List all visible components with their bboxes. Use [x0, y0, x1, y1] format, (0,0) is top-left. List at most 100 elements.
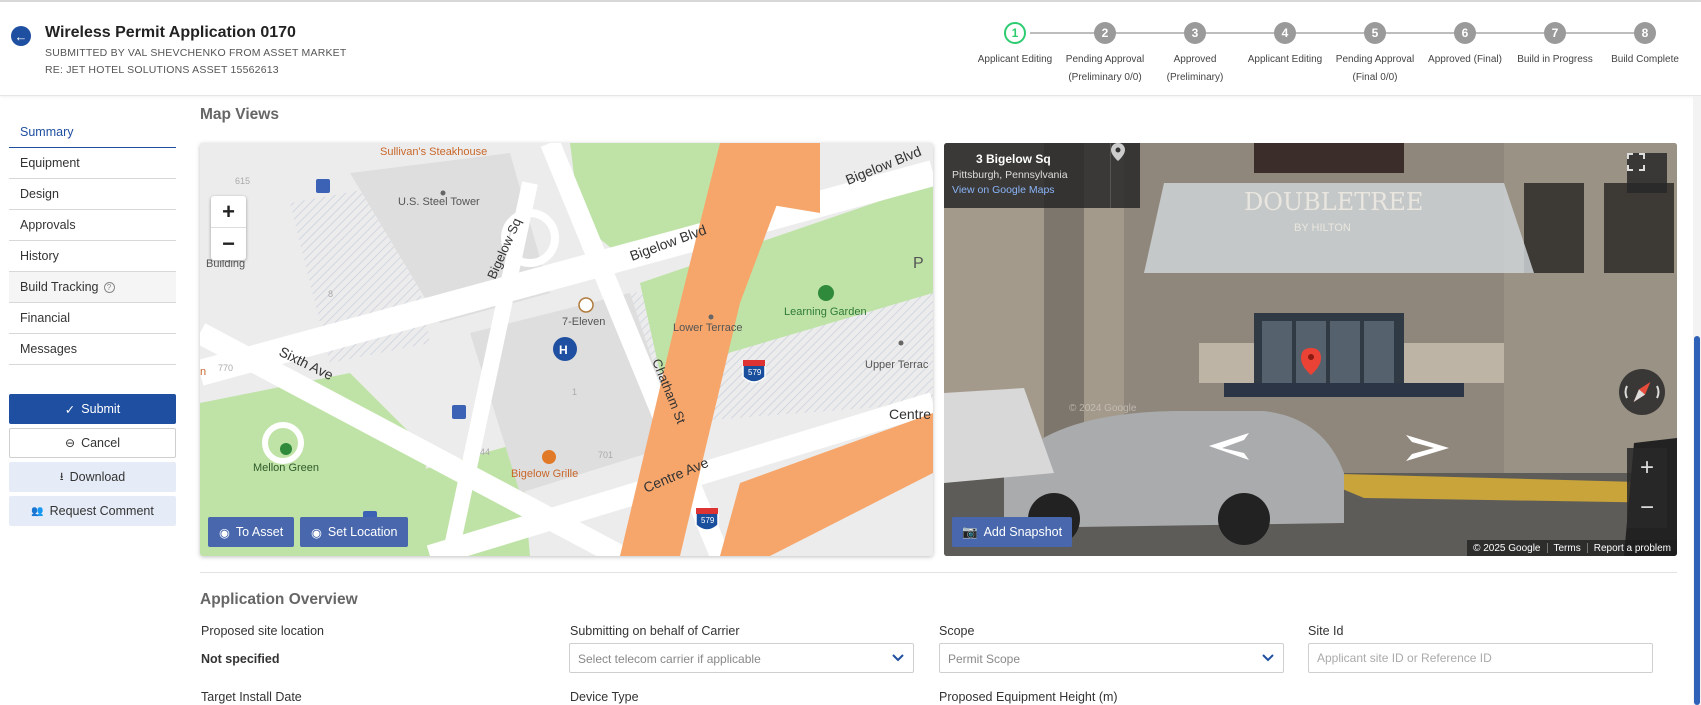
- garden-icon: [818, 285, 834, 301]
- map-pin-icon: ◉: [219, 525, 230, 540]
- application-overview-title: Application Overview: [200, 591, 358, 608]
- step-7-label-line1: Build in Progress: [1517, 54, 1593, 65]
- sidebar-nav: Summary Equipment Design Approvals Histo…: [9, 117, 176, 365]
- request-comment-label: Request Comment: [49, 504, 154, 518]
- report-problem-link[interactable]: Report a problem: [1594, 543, 1671, 554]
- map-canvas: H Sullivan's Steakhouse U.S. Steel Tower…: [200, 143, 933, 556]
- sidebar-item-messages[interactable]: Messages: [9, 334, 176, 365]
- section-divider: [200, 572, 1677, 573]
- help-icon[interactable]: ?: [103, 282, 115, 293]
- map-label-i579: 579: [748, 368, 762, 377]
- step-1: 1 Applicant Editing: [970, 22, 1060, 69]
- download-icon: ⭳: [59, 470, 64, 483]
- map-label-1: 1: [572, 387, 577, 397]
- map-label-701: 701: [598, 450, 613, 460]
- map-panel[interactable]: H Sullivan's Steakhouse U.S. Steel Tower…: [200, 143, 933, 556]
- step-3-label: Approved (Preliminary): [1150, 51, 1240, 87]
- street-view-panel[interactable]: DOUBLETREE BY HILTON © 2024 Google 3 Big…: [944, 143, 1677, 556]
- step-2-label: Pending Approval (Preliminary 0/0): [1060, 51, 1150, 87]
- address-card: 3 Bigelow Sq Pittsburgh, Pennsylvania Vi…: [944, 143, 1110, 208]
- street-view-zoom-out-button[interactable]: −: [1627, 488, 1667, 528]
- step-6-label-line1: Approved (Final): [1428, 54, 1502, 65]
- map-label-edge: n: [200, 366, 206, 378]
- sidebar-item-equipment[interactable]: Equipment: [9, 148, 176, 179]
- sidebar-item-build-tracking[interactable]: Build Tracking?: [9, 272, 176, 303]
- map-label-7-eleven: 7-Eleven: [562, 316, 605, 328]
- proposed-site-location-label: Proposed site location: [201, 624, 324, 638]
- bus-stop-icon: [452, 405, 466, 419]
- step-5-label-line1: Pending Approval: [1335, 54, 1415, 65]
- request-comment-button[interactable]: 👥 Request Comment: [9, 496, 176, 526]
- map-label-770: 770: [218, 363, 233, 373]
- scope-placeholder: Permit Scope: [948, 652, 1021, 666]
- chevron-down-icon: [1262, 652, 1274, 666]
- cancel-circle-icon: ⊖: [65, 436, 76, 450]
- map-zoom-out-button[interactable]: −: [211, 228, 246, 260]
- to-asset-button[interactable]: ◉ To Asset: [208, 517, 295, 547]
- step-7-label: Build in Progress: [1510, 51, 1600, 69]
- sidebar-item-history[interactable]: History: [9, 241, 176, 272]
- step-4-circle: 4: [1274, 22, 1296, 44]
- sidebar-item-approvals[interactable]: Approvals: [9, 210, 176, 241]
- submit-label: Submit: [81, 402, 121, 416]
- address-title: 3 Bigelow Sq: [976, 152, 1051, 166]
- back-arrow-icon[interactable]: ←: [11, 26, 31, 46]
- cancel-label: Cancel: [81, 436, 120, 450]
- scrollbar-thumb[interactable]: [1694, 336, 1700, 705]
- map-label-8: 8: [328, 289, 333, 299]
- set-location-button[interactable]: ◉ Set Location: [300, 517, 409, 547]
- add-snapshot-label: Add Snapshot: [983, 525, 1063, 539]
- step-6-circle: 6: [1454, 22, 1476, 44]
- sidebar-item-summary[interactable]: Summary: [9, 117, 176, 148]
- sidebar-item-financial[interactable]: Financial: [9, 303, 176, 334]
- chevron-down-icon: [892, 652, 904, 666]
- step-5-label: Pending Approval (Final 0/0): [1330, 51, 1420, 87]
- step-3-circle: 3: [1184, 22, 1206, 44]
- page-scrollbar[interactable]: [1693, 96, 1701, 705]
- map-label-sullivans: Sullivan's Steakhouse: [380, 146, 487, 158]
- map-label-bigelow-grille: Bigelow Grille: [511, 468, 578, 480]
- sidebar-item-label: Financial: [20, 311, 71, 325]
- map-label-learning-garden: Learning Garden: [784, 306, 867, 318]
- scope-select[interactable]: Permit Scope: [939, 643, 1284, 673]
- terms-link[interactable]: Terms: [1554, 543, 1581, 554]
- carrier-select[interactable]: Select telecom carrier if applicable: [569, 643, 914, 673]
- add-snapshot-button[interactable]: 📷 Add Snapshot: [952, 517, 1073, 547]
- step-6-label: Approved (Final): [1420, 51, 1510, 69]
- step-3-label-line2: (Preliminary): [1166, 72, 1224, 83]
- fullscreen-icon[interactable]: [1627, 153, 1667, 193]
- sidebar-item-design[interactable]: Design: [9, 179, 176, 210]
- street-view-zoom-in-button[interactable]: +: [1627, 448, 1667, 488]
- map-zoom-control: + −: [211, 196, 246, 260]
- sidebar-item-label: Design: [20, 187, 59, 201]
- target-install-date-label: Target Install Date: [201, 690, 302, 704]
- tree-icon: [280, 443, 292, 455]
- map-label-centre: Centre: [889, 406, 931, 422]
- add-location-icon: ◉: [311, 525, 322, 540]
- cancel-button[interactable]: ⊖ Cancel: [9, 428, 176, 458]
- map-zoom-in-button[interactable]: +: [211, 196, 246, 228]
- page-title: Wireless Permit Application 0170: [45, 24, 296, 41]
- step-2-circle: 2: [1094, 22, 1116, 44]
- step-1-label-line1: Applicant Editing: [977, 54, 1053, 65]
- equipment-height-label: Proposed Equipment Height (m): [939, 690, 1118, 704]
- map-label-i579-2: 579: [701, 516, 715, 525]
- download-button[interactable]: ⭳ Download: [9, 462, 176, 492]
- compass-icon[interactable]: [1619, 369, 1665, 415]
- location-pin-icon[interactable]: [1110, 143, 1140, 208]
- view-on-google-maps-link[interactable]: View on Google Maps: [952, 184, 1102, 196]
- map-label-parking: P: [913, 255, 924, 272]
- step-6: 6 Approved (Final): [1420, 22, 1510, 69]
- map-label-upper-terrace: Upper Terrac: [865, 359, 929, 371]
- svg-text:H: H: [559, 343, 568, 357]
- step-1-circle: 1: [1004, 22, 1026, 44]
- step-7: 7 Build in Progress: [1510, 22, 1600, 69]
- site-id-input[interactable]: [1308, 643, 1653, 673]
- step-4-label: Applicant Editing: [1240, 51, 1330, 69]
- add-user-icon: 👥: [31, 505, 44, 517]
- step-5-label-line2: (Final 0/0): [1352, 72, 1398, 83]
- street-view-watermark: © 2024 Google: [1069, 403, 1137, 414]
- step-8-circle: 8: [1634, 22, 1656, 44]
- submit-button[interactable]: ✓ Submit: [9, 394, 176, 424]
- proposed-site-location-value: Not specified: [201, 652, 280, 666]
